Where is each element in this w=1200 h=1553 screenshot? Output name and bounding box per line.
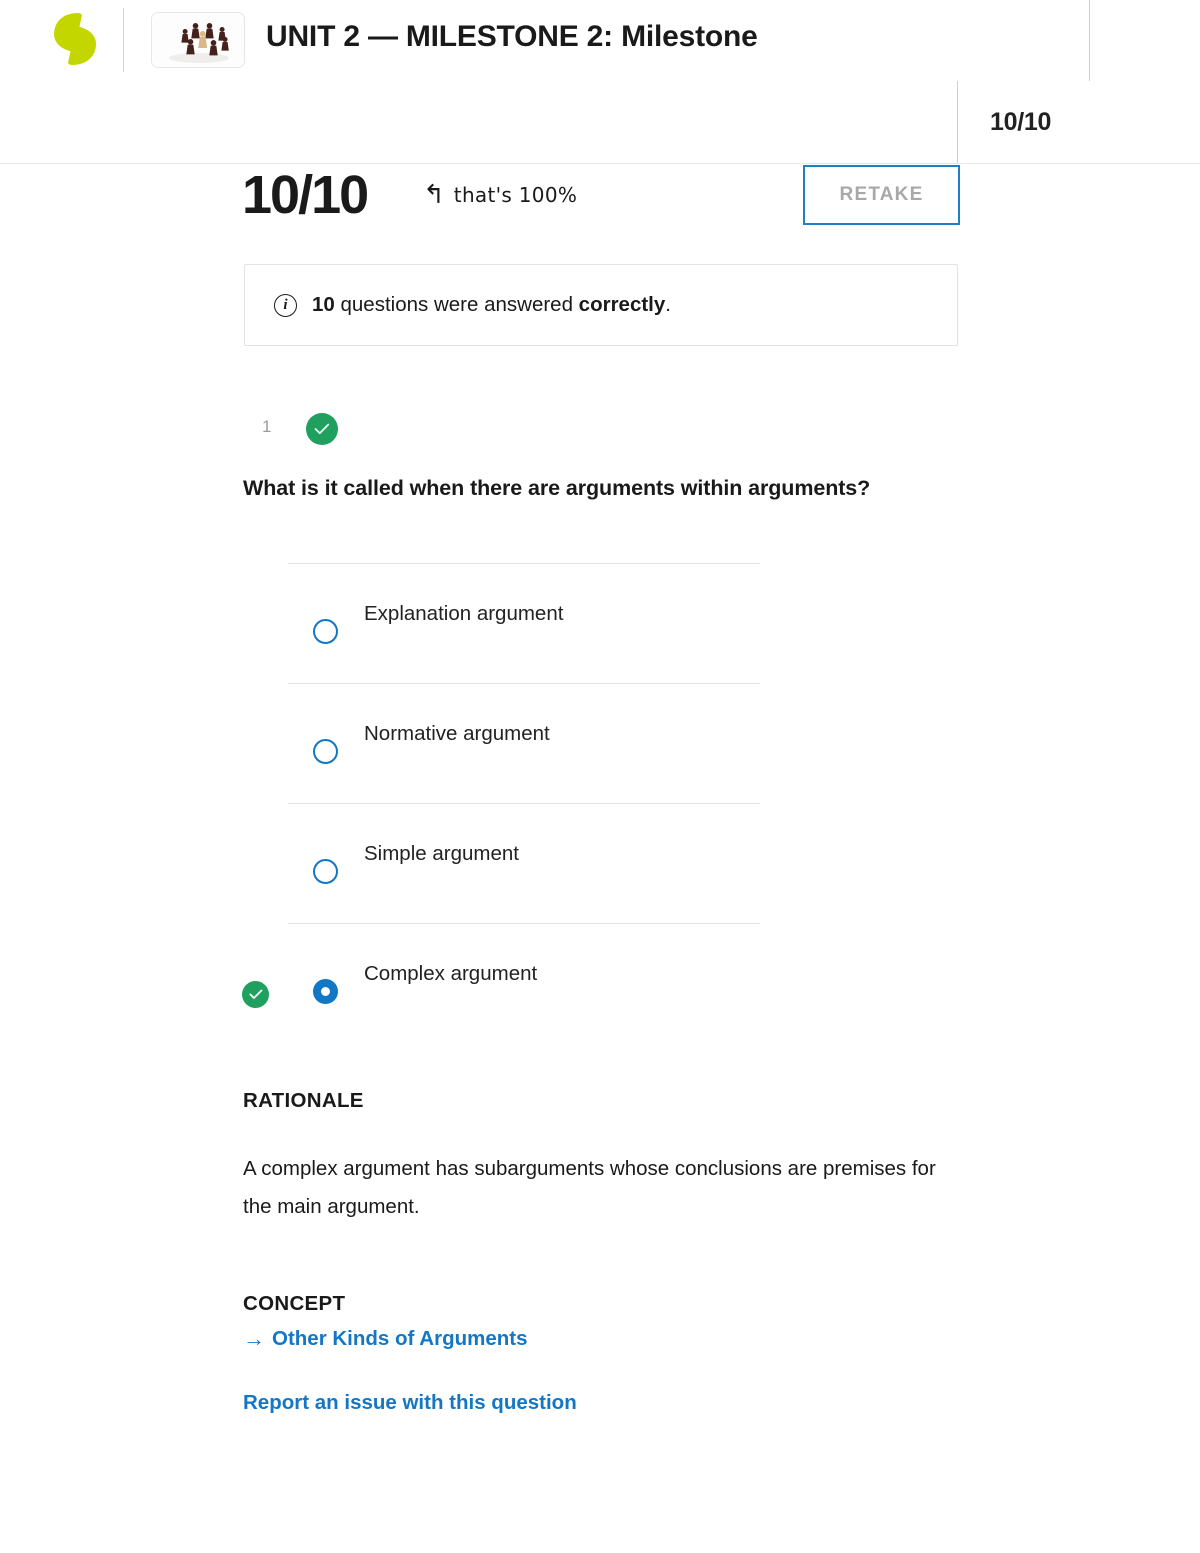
radio-button-selected[interactable]	[313, 979, 338, 1004]
check-icon	[248, 989, 262, 999]
retake-button[interactable]: RETAKE	[803, 165, 960, 225]
option-label: Complex argument	[364, 962, 538, 985]
arrow-right-icon: →	[243, 1326, 265, 1351]
option-row[interactable]: Complex argument	[242, 923, 760, 1043]
milestone-thumbnail	[151, 12, 245, 68]
curved-arrow-icon: ↰	[423, 180, 445, 210]
sophia-logo-icon	[54, 13, 96, 65]
sophia-logo[interactable]	[44, 8, 106, 70]
option-row[interactable]: Explanation argument	[288, 563, 760, 683]
rationale-heading: RATIONALE	[243, 1089, 364, 1112]
header-divider-left	[123, 8, 124, 72]
question-number: 1	[262, 417, 272, 436]
concept-heading: CONCEPT	[243, 1292, 346, 1315]
info-banner: i 10 questions were answered correctly.	[244, 264, 958, 346]
info-middle: questions were answered	[334, 293, 579, 316]
radio-button[interactable]	[313, 739, 338, 764]
chess-pawns-icon	[152, 13, 244, 67]
info-end: .	[665, 293, 671, 316]
concept-link-label: Other Kinds of Arguments	[272, 1327, 528, 1350]
info-emphasis: correctly	[578, 293, 666, 316]
radio-button[interactable]	[313, 859, 338, 884]
correct-answer-badge	[242, 981, 269, 1008]
option-row[interactable]: Normative argument	[288, 683, 760, 803]
final-score: 10/10	[242, 165, 369, 225]
question-correct-badge	[306, 413, 338, 445]
report-issue-link[interactable]: Report an issue with this question	[243, 1391, 577, 1415]
score-strip-value: 10/10	[990, 108, 1052, 136]
page-root: UNIT 2 — MILESTONE 2: Milestone 10/10 10…	[0, 0, 1200, 1553]
answer-options: Explanation argument Normative argument …	[242, 563, 760, 1043]
option-label: Explanation argument	[364, 602, 564, 625]
info-banner-text: 10 questions were answered correctly.	[312, 293, 671, 317]
page-title: UNIT 2 — MILESTONE 2: Milestone	[266, 20, 758, 53]
score-annotation: ↰ that's 100%	[423, 182, 577, 208]
check-icon	[314, 423, 330, 435]
question-text: What is it called when there are argumen…	[243, 476, 871, 500]
option-label: Simple argument	[364, 842, 519, 865]
info-count: 10	[312, 293, 335, 316]
annotation-text: that's 100%	[453, 183, 578, 207]
header-bottom-rule	[0, 163, 1200, 164]
app-header: UNIT 2 — MILESTONE 2: Milestone	[0, 0, 1200, 81]
concept-link[interactable]: → Other Kinds of Arguments	[243, 1327, 528, 1351]
radio-button[interactable]	[313, 619, 338, 644]
rationale-body: A complex argument has subarguments whos…	[243, 1157, 936, 1218]
score-strip-divider	[957, 81, 958, 163]
option-label: Normative argument	[364, 722, 550, 745]
info-icon: i	[274, 293, 297, 317]
option-row[interactable]: Simple argument	[288, 803, 760, 923]
header-divider-right	[1089, 0, 1090, 81]
